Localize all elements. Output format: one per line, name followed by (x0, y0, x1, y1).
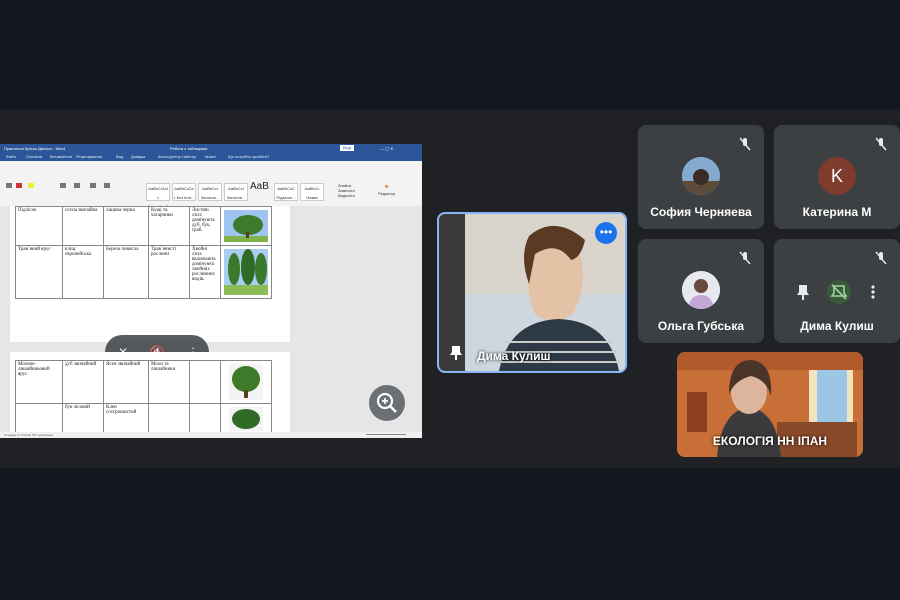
document-area[interactable]: Підлісок сосна звичайна ліщина черна Кущ… (0, 206, 422, 437)
spotlight-name: Дима Кулиш (477, 349, 551, 363)
spotlight-tile[interactable]: ••• Дима Кулиш (437, 212, 627, 373)
camera-tile-name: ЕКОЛОГІЯ НН ІПАН (712, 434, 828, 448)
signin-button[interactable]: Вхід (340, 145, 354, 151)
word-title-bar: Практична Кулиш Дмитро - Word Робота з т… (0, 144, 422, 153)
style-no-spacing[interactable]: AaBbCcDc 1 Без інте... (172, 183, 196, 201)
mic-off-icon (875, 251, 887, 265)
status-text: Сторінка 4 з 5 Слів: 517 українська (4, 433, 53, 437)
beech-image (229, 407, 263, 431)
word-status-bar: Сторінка 4 з 5 Слів: 517 українська (0, 432, 422, 438)
avatar (682, 271, 720, 309)
style-heading1[interactable]: AaBbCcI Заголов... (198, 183, 222, 201)
participant-tile[interactable]: Ольга Губська (638, 239, 764, 343)
participant-name: Дима Кулиш (800, 319, 874, 333)
table-cell: Кущі та чагарники (148, 206, 190, 246)
bottom-background (0, 468, 900, 600)
tab-table-design[interactable]: Конструктор таблиці (158, 153, 196, 161)
birch-image (224, 249, 268, 295)
zoom-button[interactable] (369, 385, 405, 421)
table-cell: Мохово-лишайниковий ярус (15, 360, 63, 404)
tab-home[interactable]: Основна (26, 153, 42, 161)
table-row: Мохово-лишайниковий ярус дуб звичайний Я… (15, 360, 272, 404)
table-cell: Ясен звичайний (103, 360, 149, 404)
table-cell: Трав`яний ярус (15, 245, 63, 299)
table-row: Підлісок сосна звичайна ліщина черна Кущ… (15, 206, 272, 246)
style-subtitle[interactable]: AaBbCcC Підзагол... (274, 183, 298, 201)
table-cell: сосна звичайна (62, 206, 104, 246)
shared-screen[interactable]: Практична Кулиш Дмитро - Word Робота з т… (0, 144, 422, 438)
tree-photo-cell (220, 206, 272, 246)
tree-photo-cell (220, 245, 272, 299)
table-cell: ліщина черна (103, 206, 149, 246)
avatar (682, 157, 720, 195)
table-cell: дуб звичайний (62, 360, 104, 404)
word-ribbon-tabs: Файл Основна Вставлення Рецензування Вид… (0, 153, 422, 161)
tree-image (224, 210, 268, 242)
document-page: Мохово-лишайниковий ярус дуб звичайний Я… (10, 352, 290, 437)
highlight-icon[interactable] (28, 183, 34, 188)
tab-layout[interactable]: Макет (205, 153, 216, 161)
window-controls[interactable]: — ▢ ✕ (380, 144, 393, 153)
table-cell: Береза повисла (103, 245, 149, 299)
mic-off-icon (875, 137, 887, 151)
word-doc-title: Практична Кулиш Дмитро - Word (4, 146, 65, 151)
tab-insert[interactable]: Вставлення (50, 153, 72, 161)
participant-name: Ольга Губська (657, 319, 745, 333)
zoom-icon (376, 392, 397, 413)
paragraph-icon[interactable] (104, 183, 110, 188)
more-options-button[interactable]: ••• (595, 222, 617, 244)
table-cell: кліщ європейська (62, 245, 104, 299)
style-normal[interactable]: AaBbCcDd1 Звичайний (146, 183, 170, 209)
clipboard-icon[interactable] (6, 183, 12, 188)
participant-tile[interactable]: K Катерина М (774, 125, 900, 229)
participant-name: Катерина М (802, 205, 872, 219)
style-more[interactable]: AaBbCc Назва (300, 183, 324, 201)
mic-off-icon (739, 251, 751, 265)
participant-name: София Черняева (650, 205, 752, 219)
table-cell: Підлісок (15, 206, 63, 246)
tab-file[interactable]: Файл (6, 153, 16, 161)
editing-group: Знайти Замінити Виділити (338, 183, 355, 198)
document-page: Підлісок сосна звичайна ліщина черна Кущ… (10, 206, 290, 369)
tab-review[interactable]: Рецензування (76, 153, 102, 161)
font-color-icon[interactable] (16, 183, 22, 188)
top-background (0, 0, 900, 110)
tab-help[interactable]: Довідка (131, 153, 145, 161)
avatar-initial: K (818, 157, 856, 195)
word-ribbon: AaBbCcDd1 Звичайний AaBbCcDc1 Без інте..… (0, 161, 422, 209)
more-icon[interactable] (864, 283, 882, 301)
table-cell: Мохи та лишайники (148, 360, 190, 404)
align-icon[interactable] (90, 183, 96, 188)
tell-me-search[interactable]: Що потрібно зробити? (228, 153, 269, 161)
editor-icon: ✦ (383, 184, 390, 191)
oak-image (229, 364, 263, 400)
table-cell: Листяні ліси: домінують дуб, бук, граб. (189, 206, 221, 246)
participant-tile[interactable]: София Черняева (638, 125, 764, 229)
zoom-slider[interactable] (366, 434, 406, 435)
species-table: Підлісок сосна звичайна ліщина черна Кущ… (15, 206, 272, 299)
remove-from-call-icon[interactable] (827, 280, 851, 304)
tree-photo-cell (220, 360, 272, 404)
table-cell: Хвойні ліси: включають домінуючі хвойних… (189, 245, 221, 299)
camera-tile[interactable]: ЕКОЛОГІЯ НН ІПАН (677, 352, 863, 457)
numbering-icon[interactable] (74, 183, 80, 188)
table-cell: Трав`янисті рослини (148, 245, 190, 299)
editor-button[interactable]: ✦ Редактор (378, 183, 395, 196)
bullets-icon[interactable] (60, 183, 66, 188)
pin-icon[interactable] (794, 283, 812, 301)
table-cell (189, 360, 221, 404)
style-title[interactable]: AaB (250, 181, 269, 192)
style-heading2[interactable]: AaBbCcI Заголов... (224, 183, 248, 201)
tab-view[interactable]: Вид (116, 153, 123, 161)
pin-icon (450, 346, 462, 360)
mic-off-icon (739, 137, 751, 151)
word-context-title: Робота з таблицями (170, 146, 208, 151)
table-row: Трав`яний ярус кліщ європейська Береза п… (15, 245, 272, 299)
tile-hover-controls (784, 274, 888, 310)
species-table: Мохово-лишайниковий ярус дуб звичайний Я… (15, 360, 272, 437)
select-button[interactable]: Виділити (338, 193, 355, 198)
editor-label: Редактор (378, 191, 396, 196)
